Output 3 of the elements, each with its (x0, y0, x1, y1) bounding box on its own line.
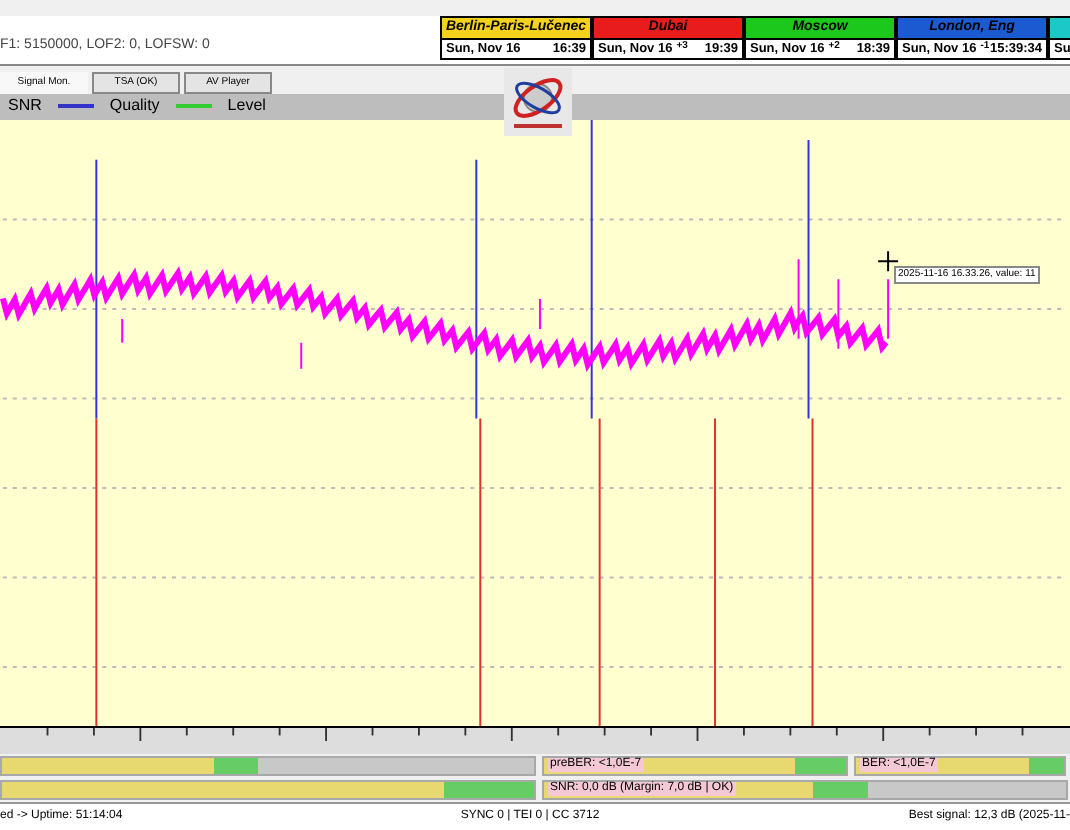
legend-label: SNR (8, 94, 42, 119)
legend-label: Quality (109, 94, 160, 119)
legend-label: Level (227, 94, 266, 119)
